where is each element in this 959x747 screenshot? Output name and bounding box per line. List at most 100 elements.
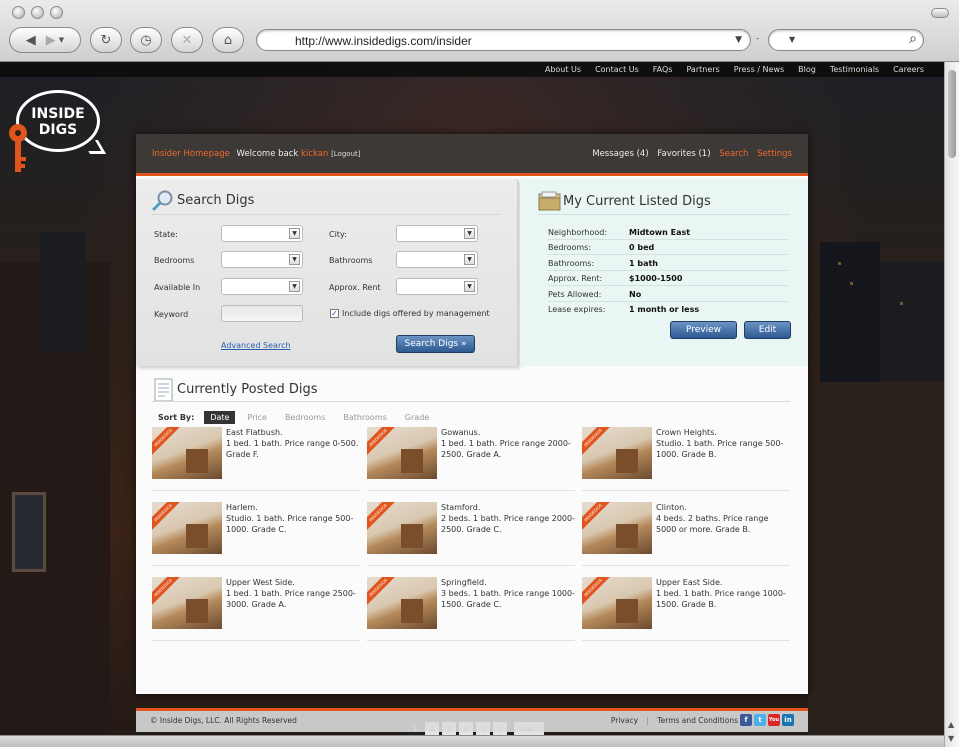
listing-name[interactable]: Clinton. [656, 502, 790, 513]
listing-thumbnail[interactable]: INSIDEDIGS [152, 502, 222, 554]
bedrooms-select[interactable]: ▼ [221, 251, 303, 268]
scroll-down-arrow-icon[interactable]: ▼ [948, 734, 954, 743]
browser-search-input[interactable]: ▼ ⌕ [768, 29, 924, 51]
sort-bedrooms[interactable]: Bedrooms [285, 413, 325, 422]
facebook-icon[interactable]: f [740, 714, 752, 726]
state-select[interactable]: ▼ [221, 225, 303, 242]
listing-name[interactable]: Springfield. [441, 577, 575, 588]
listing-name[interactable]: Upper East Side. [656, 577, 790, 588]
advanced-search-link[interactable]: Advanced Search [221, 341, 291, 350]
divider [548, 285, 788, 286]
home-button[interactable]: ⌂ [212, 27, 244, 53]
keyword-input[interactable] [221, 305, 303, 322]
scrollbar-thumb[interactable] [948, 70, 956, 158]
sort-bathrooms[interactable]: Bathrooms [343, 413, 386, 422]
sort-price[interactable]: Price [247, 413, 267, 422]
address-bar[interactable]: http://www.insidedigs.com/insider ▼ [256, 29, 751, 51]
city-label: City: [329, 230, 347, 239]
city-select[interactable]: ▼ [396, 225, 478, 242]
maximize-window-icon[interactable] [50, 6, 63, 19]
social-icons: f t You in [740, 714, 794, 726]
forward-arrow-icon[interactable]: ▶ [46, 33, 56, 48]
chevron-down-icon: ▼ [289, 254, 300, 265]
listing-thumbnail[interactable]: INSIDEDIGS [582, 427, 652, 479]
scroll-up-arrow-icon[interactable]: ▲ [948, 720, 954, 729]
nav-about-us[interactable]: About Us [545, 65, 581, 74]
listing-card[interactable]: INSIDEDIGS Clinton. 4 beds. 2 baths. Pric… [582, 502, 790, 566]
insider-homepage-link[interactable]: Insider Homepage [152, 149, 230, 159]
listing-thumbnail[interactable]: INSIDEDIGS [367, 502, 437, 554]
settings-link[interactable]: Settings [757, 149, 792, 159]
search-link[interactable]: Search [719, 149, 748, 159]
history-dropdown-icon[interactable]: ▼ [59, 36, 64, 44]
twitter-icon[interactable]: t [754, 714, 766, 726]
favorites-link[interactable]: Favorites (1) [657, 149, 710, 159]
username-link[interactable]: kickan [301, 149, 328, 159]
divider [548, 301, 788, 302]
sort-date[interactable]: Date [204, 411, 236, 424]
main-panel: Insider Homepage Welcome back kickan [Lo… [136, 134, 808, 735]
listing-name[interactable]: Upper West Side. [226, 577, 360, 588]
nav-faqs[interactable]: FAQs [653, 65, 673, 74]
messages-link[interactable]: Messages (4) [592, 149, 648, 159]
nav-testimonials[interactable]: Testimonials [830, 65, 879, 74]
listing-name[interactable]: Stamford. [441, 502, 575, 513]
preview-button[interactable]: Preview [670, 321, 737, 339]
nav-blog[interactable]: Blog [798, 65, 816, 74]
divider [548, 239, 788, 240]
privacy-link[interactable]: Privacy [611, 716, 638, 725]
listing-thumbnail[interactable]: INSIDEDIGS [152, 427, 222, 479]
nav-partners[interactable]: Partners [686, 65, 719, 74]
search-engine-dropdown-icon[interactable]: ▼ [789, 35, 795, 44]
sort-grade[interactable]: Grade [405, 413, 429, 422]
listing-thumbnail[interactable]: INSIDEDIGS [367, 427, 437, 479]
terms-link[interactable]: Terms and Conditions [657, 716, 738, 725]
available-in-select[interactable]: ▼ [221, 278, 303, 295]
logout-link[interactable]: [Logout] [331, 150, 360, 158]
include-management-checkbox[interactable]: ✓ [330, 309, 339, 318]
logo-bubble-tail [81, 140, 107, 154]
listing-ribbon: INSIDEDIGS [367, 502, 399, 534]
reload-button[interactable]: ↻ [90, 27, 122, 53]
listing-card[interactable]: INSIDEDIGS Upper West Side. 1 bed. 1 bath… [152, 577, 360, 641]
listing-card[interactable]: INSIDEDIGS Crown Heights. Studio. 1 bath.… [582, 427, 790, 491]
minimize-window-icon[interactable] [31, 6, 44, 19]
listing-name[interactable]: Gowanus. [441, 427, 575, 438]
vertical-scrollbar[interactable]: ▲ ▼ [944, 62, 959, 747]
address-dropdown-icon[interactable]: ▼ [735, 35, 742, 45]
stop-button[interactable]: ✕ [171, 27, 203, 53]
close-window-icon[interactable] [12, 6, 25, 19]
listing-card[interactable]: INSIDEDIGS Springfield. 3 beds. 1 bath. P… [367, 577, 575, 641]
edit-button[interactable]: Edit [744, 321, 791, 339]
search-icon[interactable]: ⌕ [909, 31, 917, 47]
listing-name[interactable]: East Flatbush. [226, 427, 360, 438]
back-arrow-icon[interactable]: ◀ [26, 33, 36, 48]
nav-press-news[interactable]: Press / News [734, 65, 784, 74]
thumbnail-furniture [616, 449, 638, 473]
listing-thumbnail[interactable]: INSIDEDIGS [152, 577, 222, 629]
search-digs-button[interactable]: Search Digs » [396, 335, 475, 353]
bathrooms-select[interactable]: ▼ [396, 251, 478, 268]
listing-card[interactable]: INSIDEDIGS Upper East Side. 1 bed. 1 bath… [582, 577, 790, 641]
nav-contact-us[interactable]: Contact Us [595, 65, 639, 74]
youtube-icon[interactable]: You [768, 714, 780, 726]
listing-card[interactable]: INSIDEDIGS Stamford. 2 beds. 1 bath. Pric… [367, 502, 575, 566]
listing-name[interactable]: Crown Heights. [656, 427, 790, 438]
listing-text: Harlem. Studio. 1 bath. Price range 500-1… [226, 502, 360, 535]
listing-thumbnail[interactable]: INSIDEDIGS [582, 577, 652, 629]
header-left: Insider Homepage Welcome back kickan [Lo… [152, 149, 361, 159]
history-button[interactable]: ◷ [130, 27, 162, 53]
toolbar-toggle-button[interactable] [931, 8, 949, 18]
listing-desc: 4 beds. 2 baths. Price range 5000 or mor… [656, 514, 769, 534]
listing-thumbnail[interactable]: INSIDEDIGS [367, 577, 437, 629]
site-logo[interactable]: INSIDE DIGS [8, 90, 107, 176]
search-digs-box: Search Digs State: ▼ City: ▼ Bedrooms ▼ … [136, 179, 518, 366]
nav-careers[interactable]: Careers [893, 65, 924, 74]
linkedin-icon[interactable]: in [782, 714, 794, 726]
listing-name[interactable]: Harlem. [226, 502, 360, 513]
listing-card[interactable]: INSIDEDIGS East Flatbush. 1 bed. 1 bath. … [152, 427, 360, 491]
approx-rent-select[interactable]: ▼ [396, 278, 478, 295]
listing-card[interactable]: INSIDEDIGS Harlem. Studio. 1 bath. Price … [152, 502, 360, 566]
listing-thumbnail[interactable]: INSIDEDIGS [582, 502, 652, 554]
listing-card[interactable]: INSIDEDIGS Gowanus. 1 bed. 1 bath. Price … [367, 427, 575, 491]
